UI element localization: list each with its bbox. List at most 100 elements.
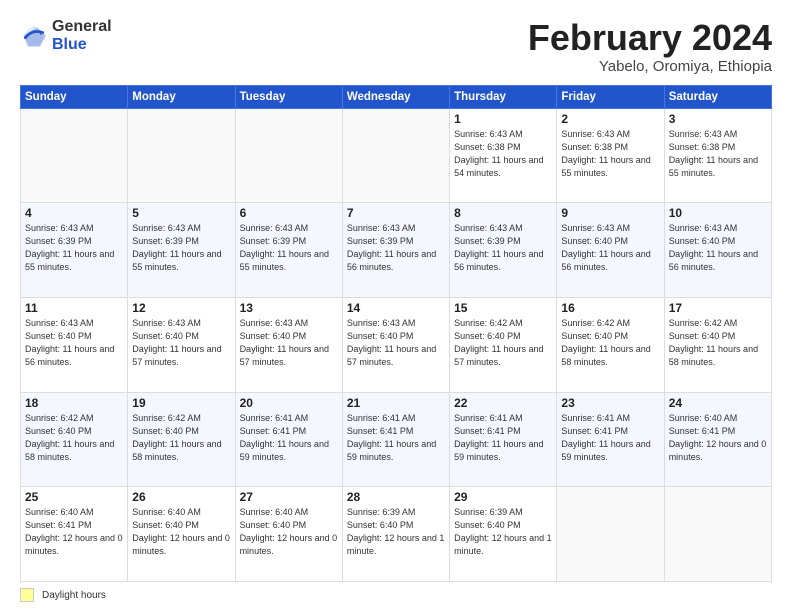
day-number: 10 <box>669 206 767 220</box>
table-row <box>235 108 342 203</box>
calendar-header-row: Sunday Monday Tuesday Wednesday Thursday… <box>21 85 772 108</box>
day-number: 4 <box>25 206 123 220</box>
day-number: 29 <box>454 490 552 504</box>
table-row: 12Sunrise: 6:43 AM Sunset: 6:40 PM Dayli… <box>128 297 235 392</box>
logo-blue: Blue <box>52 36 112 54</box>
day-number: 20 <box>240 396 338 410</box>
header-sunday: Sunday <box>21 85 128 108</box>
day-number: 15 <box>454 301 552 315</box>
table-row: 6Sunrise: 6:43 AM Sunset: 6:39 PM Daylig… <box>235 203 342 298</box>
calendar-week-row: 25 Sunrise: 6:40 AM Sunset: 6:41 PM Dayli… <box>21 487 772 582</box>
day-info: Sunrise: 6:41 AM Sunset: 6:41 PM Dayligh… <box>347 412 445 464</box>
day-info: Sunrise: 6:43 AM Sunset: 6:39 PM Dayligh… <box>454 222 552 274</box>
calendar-week-row: 11 Sunrise: 6:43 AM Sunset: 6:40 PM Dayli… <box>21 297 772 392</box>
table-row: 25 Sunrise: 6:40 AM Sunset: 6:41 PM Dayli… <box>21 487 128 582</box>
day-info: Sunrise: 6:43 AM Sunset: 6:39 PM Dayligh… <box>132 222 230 274</box>
day-info: Sunrise: 6:43 AM Sunset: 6:40 PM Dayligh… <box>240 317 338 369</box>
table-row: 17Sunrise: 6:42 AM Sunset: 6:40 PM Dayli… <box>664 297 771 392</box>
header-thursday: Thursday <box>450 85 557 108</box>
month-title: February 2024 <box>528 18 772 58</box>
logo-general: General <box>52 18 112 36</box>
day-number: 1 <box>454 112 552 126</box>
day-number: 28 <box>347 490 445 504</box>
day-number: 14 <box>347 301 445 315</box>
table-row: 7Sunrise: 6:43 AM Sunset: 6:39 PM Daylig… <box>342 203 449 298</box>
day-info: Sunrise: 6:43 AM Sunset: 6:40 PM Dayligh… <box>25 317 123 369</box>
header-monday: Monday <box>128 85 235 108</box>
day-info: Sunrise: 6:42 AM Sunset: 6:40 PM Dayligh… <box>454 317 552 369</box>
table-row: 19 Sunrise: 6:42 AM Sunset: 6:40 PM Dayli… <box>128 392 235 487</box>
day-number: 2 <box>561 112 659 126</box>
day-info: Sunrise: 6:43 AM Sunset: 6:40 PM Dayligh… <box>669 222 767 274</box>
day-info: Sunrise: 6:43 AM Sunset: 6:38 PM Dayligh… <box>454 128 552 180</box>
table-row: 20Sunrise: 6:41 AM Sunset: 6:41 PM Dayli… <box>235 392 342 487</box>
location-subtitle: Yabelo, Oromiya, Ethiopia <box>528 58 772 75</box>
day-info: Sunrise: 6:43 AM Sunset: 6:40 PM Dayligh… <box>561 222 659 274</box>
header-wednesday: Wednesday <box>342 85 449 108</box>
logo: General Blue <box>20 18 112 53</box>
table-row: 1 Sunrise: 6:43 AM Sunset: 6:38 PM Daylig… <box>450 108 557 203</box>
table-row: 23 Sunrise: 6:41 AM Sunset: 6:41 PM Dayli… <box>557 392 664 487</box>
table-row: 11 Sunrise: 6:43 AM Sunset: 6:40 PM Dayli… <box>21 297 128 392</box>
day-number: 23 <box>561 396 659 410</box>
day-number: 5 <box>132 206 230 220</box>
header-tuesday: Tuesday <box>235 85 342 108</box>
daylight-legend-label: Daylight hours <box>42 590 106 601</box>
table-row: 5 Sunrise: 6:43 AM Sunset: 6:39 PM Daylig… <box>128 203 235 298</box>
day-info: Sunrise: 6:43 AM Sunset: 6:39 PM Dayligh… <box>240 222 338 274</box>
generalblue-icon <box>20 22 48 50</box>
header-friday: Friday <box>557 85 664 108</box>
day-info: Sunrise: 6:40 AM Sunset: 6:41 PM Dayligh… <box>25 506 123 558</box>
table-row: 3Sunrise: 6:43 AM Sunset: 6:38 PM Daylig… <box>664 108 771 203</box>
table-row: 21Sunrise: 6:41 AM Sunset: 6:41 PM Dayli… <box>342 392 449 487</box>
calendar-week-row: 4 Sunrise: 6:43 AM Sunset: 6:39 PM Daylig… <box>21 203 772 298</box>
day-info: Sunrise: 6:43 AM Sunset: 6:38 PM Dayligh… <box>561 128 659 180</box>
table-row: 2 Sunrise: 6:43 AM Sunset: 6:38 PM Daylig… <box>557 108 664 203</box>
table-row <box>557 487 664 582</box>
page: General Blue February 2024 Yabelo, Oromi… <box>0 0 792 612</box>
day-info: Sunrise: 6:43 AM Sunset: 6:40 PM Dayligh… <box>347 317 445 369</box>
day-info: Sunrise: 6:40 AM Sunset: 6:41 PM Dayligh… <box>669 412 767 464</box>
day-info: Sunrise: 6:41 AM Sunset: 6:41 PM Dayligh… <box>561 412 659 464</box>
day-info: Sunrise: 6:39 AM Sunset: 6:40 PM Dayligh… <box>347 506 445 558</box>
day-number: 27 <box>240 490 338 504</box>
calendar-week-row: 1 Sunrise: 6:43 AM Sunset: 6:38 PM Daylig… <box>21 108 772 203</box>
table-row: 29 Sunrise: 6:39 AM Sunset: 6:40 PM Dayli… <box>450 487 557 582</box>
day-number: 24 <box>669 396 767 410</box>
day-number: 9 <box>561 206 659 220</box>
day-number: 11 <box>25 301 123 315</box>
table-row: 10 Sunrise: 6:43 AM Sunset: 6:40 PM Dayli… <box>664 203 771 298</box>
footer: Daylight hours <box>20 588 772 602</box>
day-info: Sunrise: 6:42 AM Sunset: 6:40 PM Dayligh… <box>132 412 230 464</box>
table-row <box>664 487 771 582</box>
table-row: 22 Sunrise: 6:41 AM Sunset: 6:41 PM Dayli… <box>450 392 557 487</box>
day-info: Sunrise: 6:42 AM Sunset: 6:40 PM Dayligh… <box>25 412 123 464</box>
table-row: 27 Sunrise: 6:40 AM Sunset: 6:40 PM Dayli… <box>235 487 342 582</box>
table-row: 26 Sunrise: 6:40 AM Sunset: 6:40 PM Dayli… <box>128 487 235 582</box>
day-number: 25 <box>25 490 123 504</box>
day-info: Sunrise: 6:41 AM Sunset: 6:41 PM Dayligh… <box>454 412 552 464</box>
day-info: Sunrise: 6:39 AM Sunset: 6:40 PM Dayligh… <box>454 506 552 558</box>
table-row <box>342 108 449 203</box>
day-info: Sunrise: 6:40 AM Sunset: 6:40 PM Dayligh… <box>240 506 338 558</box>
day-number: 18 <box>25 396 123 410</box>
table-row <box>21 108 128 203</box>
day-number: 3 <box>669 112 767 126</box>
table-row: 16 Sunrise: 6:42 AM Sunset: 6:40 PM Dayli… <box>557 297 664 392</box>
day-number: 26 <box>132 490 230 504</box>
table-row: 15 Sunrise: 6:42 AM Sunset: 6:40 PM Dayli… <box>450 297 557 392</box>
table-row: 13Sunrise: 6:43 AM Sunset: 6:40 PM Dayli… <box>235 297 342 392</box>
day-number: 16 <box>561 301 659 315</box>
table-row: 9 Sunrise: 6:43 AM Sunset: 6:40 PM Daylig… <box>557 203 664 298</box>
table-row <box>128 108 235 203</box>
day-info: Sunrise: 6:43 AM Sunset: 6:39 PM Dayligh… <box>25 222 123 274</box>
day-number: 8 <box>454 206 552 220</box>
day-number: 22 <box>454 396 552 410</box>
day-info: Sunrise: 6:40 AM Sunset: 6:40 PM Dayligh… <box>132 506 230 558</box>
day-info: Sunrise: 6:42 AM Sunset: 6:40 PM Dayligh… <box>561 317 659 369</box>
table-row: 8 Sunrise: 6:43 AM Sunset: 6:39 PM Daylig… <box>450 203 557 298</box>
table-row: 24 Sunrise: 6:40 AM Sunset: 6:41 PM Dayli… <box>664 392 771 487</box>
day-number: 7 <box>347 206 445 220</box>
table-row: 4 Sunrise: 6:43 AM Sunset: 6:39 PM Daylig… <box>21 203 128 298</box>
day-number: 19 <box>132 396 230 410</box>
